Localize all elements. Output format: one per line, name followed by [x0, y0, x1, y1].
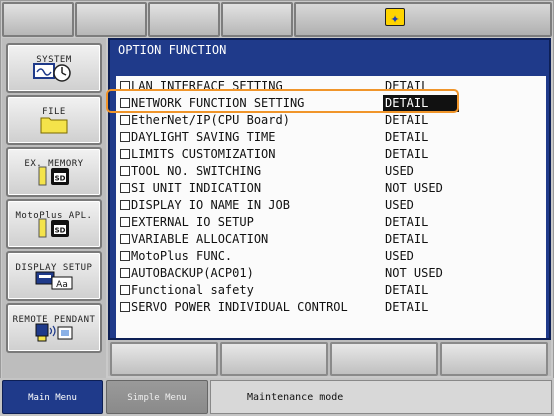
footer-bar: Main Menu Simple Menu Maintenance mode	[0, 378, 554, 416]
option-name: Functional safety	[131, 283, 254, 297]
top-tab-1[interactable]	[2, 2, 74, 37]
option-value[interactable]: USED	[385, 248, 414, 265]
checkbox-icon	[120, 166, 130, 176]
sidebar-item-file[interactable]: FILE	[6, 95, 102, 145]
option-value[interactable]: DETAIL	[385, 112, 428, 129]
page-title: OPTION FUNCTION	[118, 43, 227, 57]
checkbox-icon	[120, 183, 130, 193]
system-clock-icon	[32, 62, 76, 86]
function-button-2[interactable]	[220, 342, 328, 376]
option-list: LAN INTERFACE SETTING DETAIL NETWORK FUNC…	[116, 76, 546, 338]
option-value[interactable]: DETAIL	[385, 282, 428, 299]
option-name: SI UNIT INDICATION	[131, 181, 262, 195]
sidebar: SYSTEM FILE EX. MEMORY SD MotoPlus APL. …	[2, 38, 106, 378]
option-name: MotoPlus FUNC.	[131, 249, 233, 263]
option-value[interactable]: DETAIL	[385, 129, 428, 146]
simple-menu-button[interactable]: Simple Menu	[106, 380, 208, 414]
option-name: VARIABLE ALLOCATION	[131, 232, 269, 246]
option-value[interactable]: DETAIL	[385, 146, 428, 163]
option-name: TOOL NO. SWITCHING	[131, 164, 262, 178]
option-function-panel: OPTION FUNCTION LAN INTERFACE SETTING DET…	[108, 38, 551, 340]
option-row[interactable]: TOOL NO. SWITCHING USED	[120, 163, 460, 180]
checkbox-icon	[120, 251, 130, 261]
status-mode-icon: ✦	[385, 8, 405, 27]
option-row[interactable]: SI UNIT INDICATION NOT USED	[120, 180, 460, 197]
pendant-icon	[34, 322, 74, 346]
option-row[interactable]: DAYLIGHT SAVING TIME DETAIL	[120, 129, 460, 146]
option-value[interactable]: USED	[385, 163, 414, 180]
status-area	[294, 2, 552, 37]
option-row[interactable]: VARIABLE ALLOCATION DETAIL	[120, 231, 460, 248]
selection-highlight	[106, 89, 459, 113]
top-tab-4[interactable]	[221, 2, 293, 37]
sd-card-icon: SD	[37, 218, 71, 242]
sd-card-icon: SD	[37, 166, 71, 190]
option-row[interactable]: EtherNet/IP(CPU Board) DETAIL	[120, 112, 460, 129]
option-row[interactable]: AUTOBACKUP(ACP01) NOT USED	[120, 265, 460, 282]
option-row[interactable]: SERVO POWER INDIVIDUAL CONTROL DETAIL	[120, 299, 460, 316]
option-row[interactable]: LIMITS CUSTOMIZATION DETAIL	[120, 146, 460, 163]
option-name: EtherNet/IP(CPU Board)	[131, 113, 290, 127]
sidebar-item-display-setup[interactable]: DISPLAY SETUP Aa	[6, 251, 102, 301]
checkbox-icon	[120, 234, 130, 244]
option-value[interactable]: DETAIL	[385, 214, 428, 231]
option-row[interactable]: DISPLAY IO NAME IN JOB USED	[120, 197, 460, 214]
svg-text:Aa: Aa	[56, 280, 68, 290]
status-message: Maintenance mode	[210, 380, 552, 414]
option-name: SERVO POWER INDIVIDUAL CONTROL	[131, 300, 348, 314]
top-tab-2[interactable]	[75, 2, 147, 37]
option-name: DISPLAY IO NAME IN JOB	[131, 198, 290, 212]
option-name: EXTERNAL IO SETUP	[131, 215, 254, 229]
option-value[interactable]: NOT USED	[385, 180, 443, 197]
checkbox-icon	[120, 285, 130, 295]
checkbox-icon	[120, 132, 130, 142]
main-menu-button[interactable]: Main Menu	[2, 380, 103, 414]
function-button-3[interactable]	[330, 342, 438, 376]
display-font-icon: Aa	[34, 270, 74, 294]
option-value[interactable]: DETAIL	[385, 231, 428, 248]
checkbox-icon	[120, 268, 130, 278]
function-button-4[interactable]	[440, 342, 548, 376]
option-name: DAYLIGHT SAVING TIME	[131, 130, 276, 144]
sidebar-item-remote-pendant[interactable]: REMOTE PENDANT	[6, 303, 102, 353]
option-name: AUTOBACKUP(ACP01)	[131, 266, 254, 280]
option-value[interactable]: DETAIL	[385, 299, 428, 316]
option-value[interactable]: NOT USED	[385, 265, 443, 282]
sidebar-item-ex-memory[interactable]: EX. MEMORY SD	[6, 147, 102, 197]
checkbox-icon	[120, 115, 130, 125]
top-tab-3[interactable]	[148, 2, 220, 37]
option-row[interactable]: MotoPlus FUNC. USED	[120, 248, 460, 265]
option-row[interactable]: EXTERNAL IO SETUP DETAIL	[120, 214, 460, 231]
option-value[interactable]: USED	[385, 197, 414, 214]
checkbox-icon	[120, 149, 130, 159]
option-row[interactable]: Functional safety DETAIL	[120, 282, 460, 299]
checkbox-icon	[120, 302, 130, 312]
svg-text:SD: SD	[55, 175, 66, 183]
folder-icon	[40, 114, 68, 138]
checkbox-icon	[120, 200, 130, 210]
function-button-1[interactable]	[110, 342, 218, 376]
checkbox-icon	[120, 217, 130, 227]
function-button-bar	[108, 340, 551, 376]
svg-text:SD: SD	[55, 227, 66, 235]
sidebar-item-system[interactable]: SYSTEM	[6, 43, 102, 93]
sidebar-item-motoplus-apl[interactable]: MotoPlus APL. SD	[6, 199, 102, 249]
option-name: LIMITS CUSTOMIZATION	[131, 147, 276, 161]
